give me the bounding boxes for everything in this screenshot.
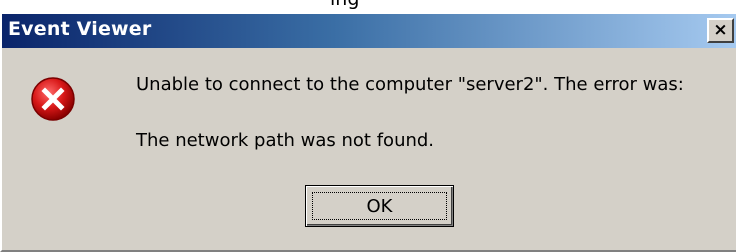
ok-button-label: OK: [366, 195, 393, 217]
error-icon: [31, 77, 75, 121]
error-message-line-1: Unable to connect to the computer "serve…: [136, 74, 684, 95]
title-bar[interactable]: Event Viewer ×: [2, 14, 736, 48]
background-window-strip: ing: [2, 0, 736, 14]
event-viewer-dialog: ing Event Viewer × Unable to connect to …: [0, 0, 736, 252]
ok-button[interactable]: OK: [305, 185, 454, 227]
background-window-text: ing: [330, 0, 359, 10]
ok-focus-rect: OK: [312, 192, 447, 220]
close-button[interactable]: ×: [707, 18, 734, 43]
error-message-line-2: The network path was not found.: [136, 130, 435, 151]
close-icon: ×: [713, 20, 728, 40]
window-title: Event Viewer: [8, 18, 152, 40]
